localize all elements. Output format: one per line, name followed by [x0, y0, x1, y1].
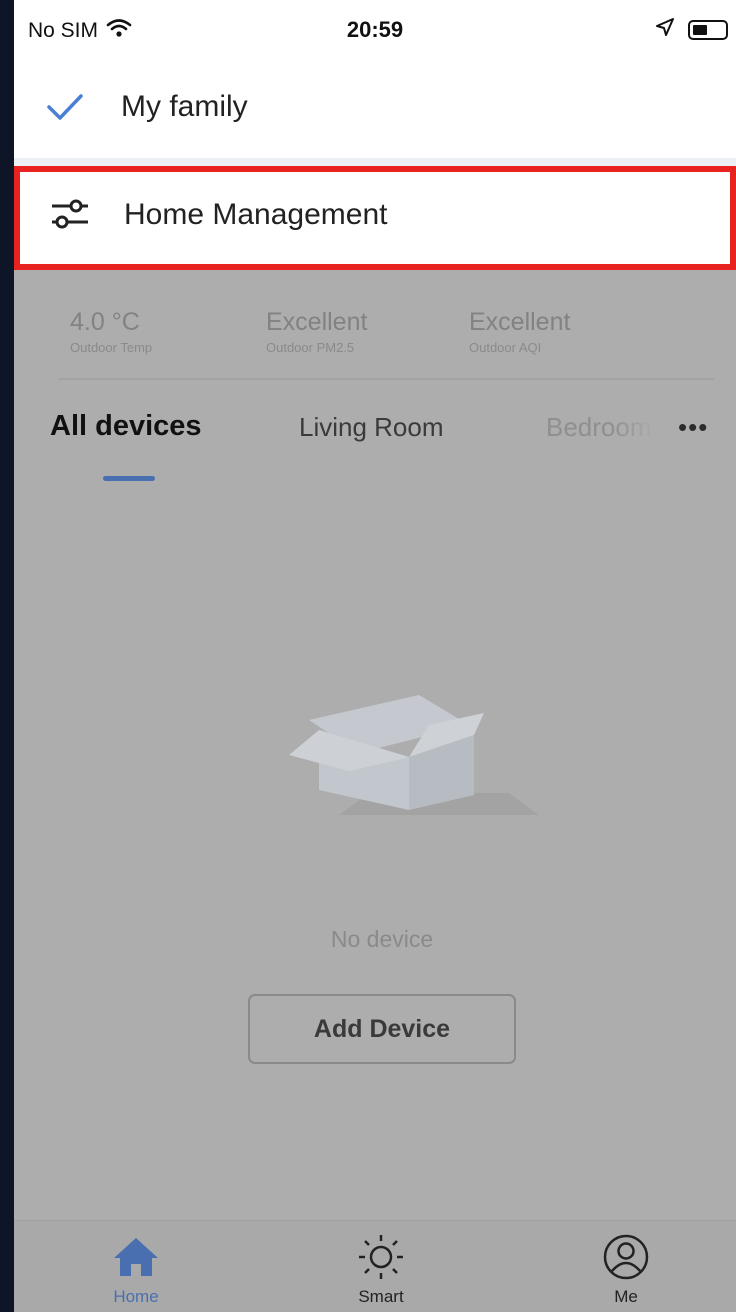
nav-label: Smart — [358, 1287, 404, 1306]
location-arrow-icon — [656, 18, 674, 41]
weather-value: Excellent — [469, 308, 571, 336]
nav-smart[interactable]: Smart — [321, 1231, 441, 1307]
sun-icon — [321, 1231, 441, 1283]
tab-all-devices[interactable]: All devices — [50, 410, 202, 443]
weather-value: 4.0 °C — [70, 308, 140, 336]
weather-label: Outdoor Temp — [70, 340, 153, 355]
menu-item-home-management[interactable]: Home Management — [14, 166, 736, 270]
phone-screen: No SIM 20:59 My family Home Management 4… — [14, 0, 736, 1312]
dimmed-home-content: 4.0 °C Outdoor Temp Excellent Outdoor PM… — [14, 270, 736, 1312]
weather-item-pm25: Excellent Outdoor PM2.5 — [266, 308, 367, 355]
menu-divider — [14, 158, 736, 166]
room-tabs: All devices Living Room Bedroom ••• — [14, 400, 736, 481]
battery-icon — [688, 19, 728, 40]
weather-label: Outdoor PM2.5 — [266, 340, 355, 355]
menu-item-label: My family — [121, 90, 248, 123]
weather-value: Excellent — [266, 308, 368, 336]
menu-item-my-family[interactable]: My family — [14, 60, 736, 158]
weather-item-temp: 4.0 °C Outdoor Temp — [70, 308, 152, 355]
nav-me[interactable]: Me — [566, 1231, 686, 1307]
home-icon — [76, 1231, 196, 1283]
weather-label: Outdoor AQI — [469, 340, 542, 355]
weather-item-aqi: Excellent Outdoor AQI — [469, 308, 570, 355]
weather-bar: 4.0 °C Outdoor Temp Excellent Outdoor PM… — [14, 270, 736, 380]
weather-divider — [58, 378, 714, 380]
nav-home[interactable]: Home — [76, 1231, 196, 1307]
sliders-icon — [50, 196, 90, 237]
nav-label: Home — [113, 1287, 159, 1306]
status-bar: No SIM 20:59 — [14, 0, 736, 60]
status-time: 20:59 — [346, 17, 404, 42]
more-tabs-button[interactable]: ••• — [678, 412, 708, 443]
menu-item-label: Home Management — [124, 198, 388, 231]
status-right — [656, 18, 728, 41]
tab-living-room[interactable]: Living Room — [299, 412, 444, 443]
nav-label: Me — [614, 1287, 638, 1306]
empty-box-illustration — [269, 665, 539, 840]
user-circle-icon — [566, 1231, 686, 1283]
bottom-nav: Home Smart Me — [14, 1220, 736, 1312]
add-device-button[interactable]: Add Device — [248, 994, 516, 1064]
tab-bedroom[interactable]: Bedroom — [546, 412, 656, 443]
check-icon — [46, 92, 84, 127]
empty-state-message: No device — [330, 926, 434, 952]
active-tab-indicator — [103, 476, 155, 481]
